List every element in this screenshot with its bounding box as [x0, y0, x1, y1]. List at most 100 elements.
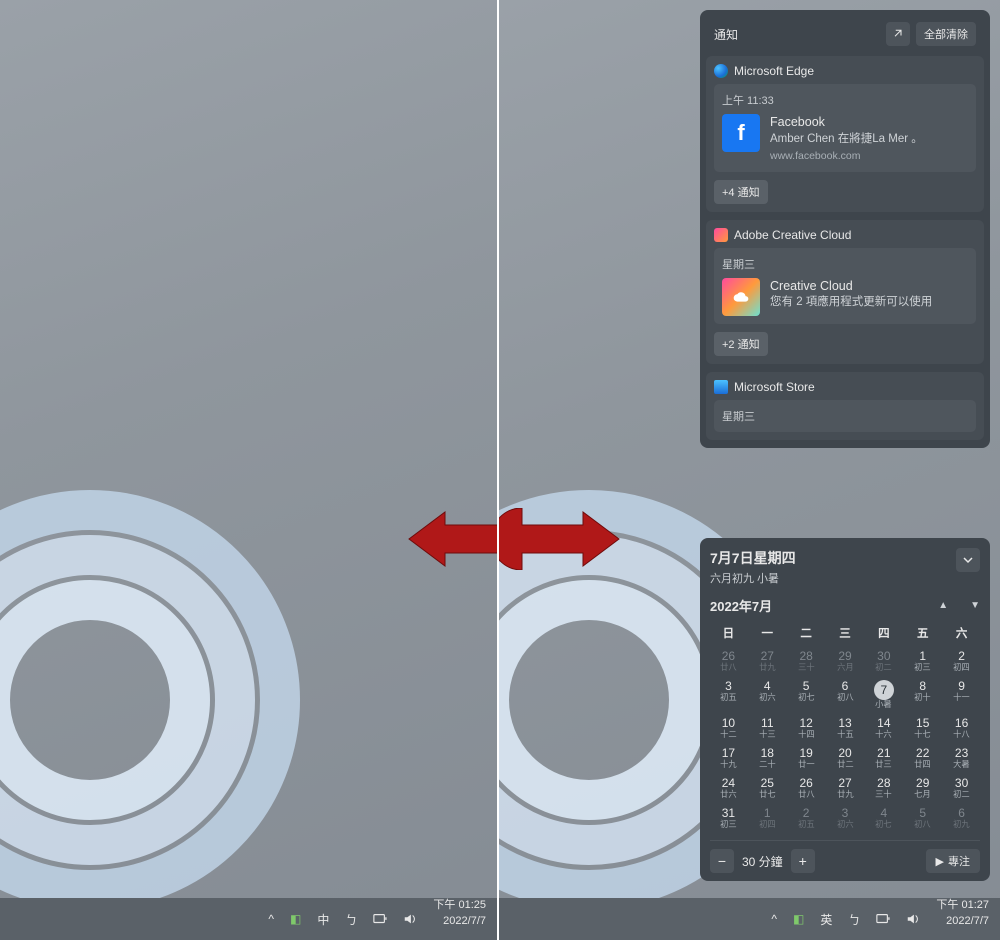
- calendar-dow: 六: [943, 621, 980, 645]
- clear-all-button[interactable]: 全部清除: [916, 22, 976, 46]
- calendar-day[interactable]: 3初五: [710, 677, 747, 712]
- calendar-day[interactable]: 10十二: [710, 714, 747, 742]
- calendar-day[interactable]: 28三十: [788, 647, 825, 675]
- calendar-day[interactable]: 25廿七: [749, 774, 786, 802]
- calendar-day[interactable]: 9十一: [943, 677, 980, 712]
- calendar-day[interactable]: 23大暑: [943, 744, 980, 772]
- calendar-day[interactable]: 22廿四: [904, 744, 941, 772]
- calendar-day[interactable]: 7小暑: [865, 677, 902, 712]
- calendar-day[interactable]: 31初三: [710, 804, 747, 832]
- network-icon[interactable]: [873, 898, 893, 940]
- calendar-day[interactable]: 13十五: [827, 714, 864, 742]
- calendar-day[interactable]: 21廿三: [865, 744, 902, 772]
- clock-date: 2022/7/7: [946, 914, 989, 928]
- calendar-day[interactable]: 16十八: [943, 714, 980, 742]
- edge-icon: [714, 64, 728, 78]
- panel-title: 通知: [714, 26, 738, 43]
- annotation-arrow-right: [499, 508, 621, 575]
- taskbar: ^ ◧ 英 ㄅ 下午 01:27 2022/7/7: [499, 898, 1000, 940]
- calendar-day[interactable]: 17十九: [710, 744, 747, 772]
- calendar-day[interactable]: 6初九: [943, 804, 980, 832]
- calendar-dow: 日: [710, 621, 747, 645]
- creative-cloud-icon: [722, 278, 760, 316]
- notification-item[interactable]: 星期三: [714, 400, 976, 432]
- focus-duration-label: 30 分鐘: [742, 853, 783, 870]
- calendar-day[interactable]: 27廿九: [749, 647, 786, 675]
- calendar-day[interactable]: 12十四: [788, 714, 825, 742]
- calendar-day[interactable]: 29六月: [827, 647, 864, 675]
- calendar-day[interactable]: 20廿二: [827, 744, 864, 772]
- calendar-day[interactable]: 2初四: [943, 647, 980, 675]
- calendar-dow: 五: [904, 621, 941, 645]
- calendar-day[interactable]: 5初八: [904, 804, 941, 832]
- calendar-day[interactable]: 26廿八: [710, 647, 747, 675]
- notif-group-edge: Microsoft Edge 上午 11:33 f Facebook Amber…: [706, 56, 984, 212]
- network-icon[interactable]: [370, 898, 390, 940]
- calendar-day[interactable]: 8初十: [904, 677, 941, 712]
- ime-mode-icon[interactable]: ㄅ: [845, 898, 863, 940]
- store-icon: [714, 380, 728, 394]
- calendar-dow: 一: [749, 621, 786, 645]
- calendar-day[interactable]: 1初三: [904, 647, 941, 675]
- facebook-icon: f: [722, 114, 760, 152]
- volume-icon[interactable]: [903, 898, 923, 940]
- tray-app-icon[interactable]: ◧: [790, 898, 807, 940]
- calendar-day[interactable]: 4初六: [749, 677, 786, 712]
- calendar-day[interactable]: 6初八: [827, 677, 864, 712]
- calendar-day[interactable]: 3初六: [827, 804, 864, 832]
- calendar-dow: 二: [788, 621, 825, 645]
- focus-increase-button[interactable]: +: [791, 849, 815, 873]
- notification-item[interactable]: 上午 11:33 f Facebook Amber Chen 在將捷La Mer…: [714, 84, 976, 172]
- calendar-day[interactable]: 14十六: [865, 714, 902, 742]
- tray-app-icon[interactable]: ◧: [287, 898, 304, 940]
- calendar-day[interactable]: 26廿八: [788, 774, 825, 802]
- notif-group-adobe: Adobe Creative Cloud 星期三 Creative Cloud …: [706, 220, 984, 364]
- notification-panel: 通知 全部清除 Microsoft Edge 上午 11:33 f Facebo…: [700, 10, 990, 448]
- prev-month-button[interactable]: ▲: [938, 600, 948, 611]
- calendar-day[interactable]: 30初二: [943, 774, 980, 802]
- clock-time: 下午 01:25: [433, 898, 486, 912]
- taskbar-clock[interactable]: 下午 01:25 2022/7/7: [430, 898, 489, 940]
- taskbar: ^ ◧ 中 ㄅ 下午 01:25 2022/7/7: [0, 898, 497, 940]
- notification-item[interactable]: 星期三 Creative Cloud 您有 2 項應用程式更新可以使用: [714, 248, 976, 324]
- calendar-date-heading: 7月7日星期四: [710, 548, 796, 568]
- focus-decrease-button[interactable]: −: [710, 849, 734, 873]
- calendar-day[interactable]: 24廿六: [710, 774, 747, 802]
- clock-time: 下午 01:27: [936, 898, 989, 912]
- calendar-day[interactable]: 27廿九: [827, 774, 864, 802]
- calendar-dow: 三: [827, 621, 864, 645]
- ime-indicator[interactable]: 中: [314, 898, 332, 940]
- calendar-dow: 四: [865, 621, 902, 645]
- open-settings-button[interactable]: [886, 22, 910, 46]
- taskbar-clock[interactable]: 下午 01:27 2022/7/7: [933, 898, 992, 940]
- ime-mode-icon[interactable]: ㄅ: [342, 898, 360, 940]
- tray-overflow-icon[interactable]: ^: [265, 898, 277, 940]
- more-notifications-chip[interactable]: +2 通知: [714, 332, 768, 356]
- calendar-day[interactable]: 15十七: [904, 714, 941, 742]
- desktop-wallpaper: [0, 0, 497, 940]
- tray-overflow-icon[interactable]: ^: [768, 898, 780, 940]
- volume-icon[interactable]: [400, 898, 420, 940]
- adobe-icon: [714, 228, 728, 242]
- calendar-day[interactable]: 11十三: [749, 714, 786, 742]
- ime-indicator[interactable]: 英: [817, 898, 835, 940]
- more-notifications-chip[interactable]: +4 通知: [714, 180, 768, 204]
- collapse-button[interactable]: [956, 548, 980, 572]
- calendar-day[interactable]: 1初四: [749, 804, 786, 832]
- calendar-grid: 日一二三四五六26廿八27廿九28三十29六月30初二1初三2初四3初五4初六5…: [710, 621, 980, 832]
- focus-start-button[interactable]: ▶ 專注: [926, 849, 980, 873]
- calendar-day[interactable]: 4初七: [865, 804, 902, 832]
- calendar-month-label[interactable]: 2022年7月: [710, 596, 772, 615]
- calendar-date-sub: 六月初九 小暑: [710, 570, 796, 586]
- calendar-day[interactable]: 19廿一: [788, 744, 825, 772]
- calendar-day[interactable]: 2初五: [788, 804, 825, 832]
- calendar-day[interactable]: 5初七: [788, 677, 825, 712]
- next-month-button[interactable]: ▼: [970, 600, 980, 611]
- calendar-day[interactable]: 18二十: [749, 744, 786, 772]
- calendar-flyout: 7月7日星期四 六月初九 小暑 2022年7月 ▲ ▼ 日一二三四五六26廿八2…: [700, 538, 990, 881]
- notif-group-store: Microsoft Store 星期三: [706, 372, 984, 440]
- calendar-day[interactable]: 30初二: [865, 647, 902, 675]
- calendar-day[interactable]: 28三十: [865, 774, 902, 802]
- calendar-day[interactable]: 29七月: [904, 774, 941, 802]
- clock-date: 2022/7/7: [443, 914, 486, 928]
